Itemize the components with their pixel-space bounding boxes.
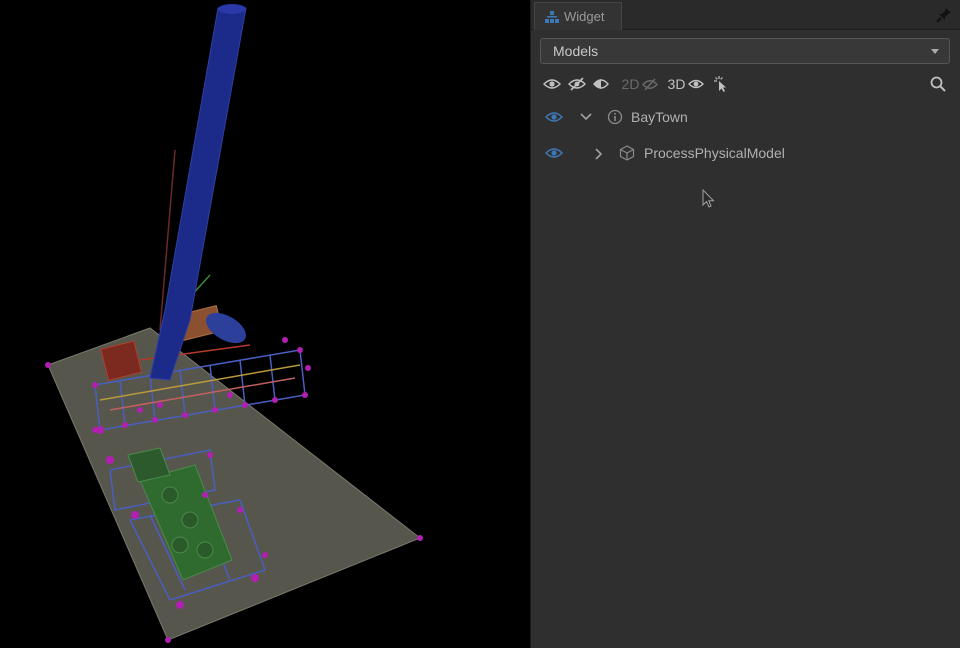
2d-visibility-button[interactable]: 2D [619,72,661,96]
dropdown-value: Models [553,43,599,59]
eye-off-icon [568,77,586,91]
models-dropdown[interactable]: Models [540,38,950,64]
tree-row-baytown[interactable]: BayTown [531,101,960,135]
cube-icon [619,145,635,161]
visibility-toolbar: 2D 3D [531,72,960,96]
widget-tab-icon [545,10,559,23]
half-eye-icon [593,79,609,89]
tree-item-label: BayTown [631,109,688,125]
show-all-button[interactable] [543,72,561,96]
2d-label: 2D [621,76,640,92]
hide-all-button[interactable] [568,72,586,96]
3d-label: 3D [667,76,686,92]
chevron-right-icon[interactable] [593,147,605,161]
mouse-cursor-icon [702,189,715,208]
chevron-down-icon[interactable] [579,111,593,123]
widget-panel: Widget Models 2D 3D BayTown ProcessPhysi… [530,0,960,648]
panel-tab-bar: Widget [531,0,960,30]
ground-slab [47,327,421,641]
select-button[interactable] [713,72,729,96]
search-icon [930,76,946,92]
tab-widget[interactable]: Widget [534,2,622,30]
3d-viewport[interactable] [0,0,530,648]
eye-icon[interactable] [545,111,563,123]
2d-eye-off-icon [642,77,659,91]
search-button[interactable] [929,72,947,96]
3d-visibility-button[interactable]: 3D [666,72,706,96]
chevron-down-icon [931,49,939,54]
tree-item-label: ProcessPhysicalModel [644,145,785,161]
3d-scene [45,4,423,643]
tree-row-processphysicalmodel[interactable]: ProcessPhysicalModel [531,137,960,171]
3d-eye-icon [688,79,705,89]
eye-icon[interactable] [545,147,563,159]
eye-icon [543,79,561,89]
model-info-icon [607,109,623,125]
tab-widget-label: Widget [564,9,605,24]
select-cursor-icon [714,76,726,92]
pin-icon[interactable] [935,6,953,24]
isolate-button[interactable] [593,72,609,96]
